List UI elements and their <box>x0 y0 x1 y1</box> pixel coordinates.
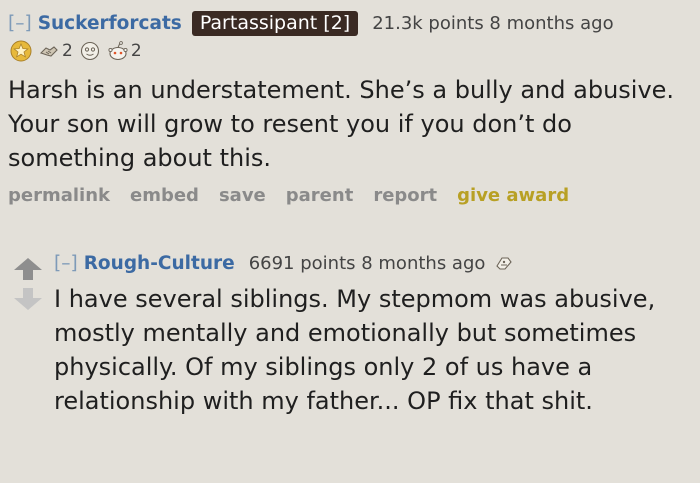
give-award-button[interactable]: give award <box>457 185 569 206</box>
comment-author[interactable]: Suckerforcats <box>38 13 182 34</box>
collapse-toggle[interactable]: [–] <box>54 253 78 274</box>
wholesome-award-icon[interactable] <box>493 252 515 274</box>
award-count: 2 <box>62 41 73 61</box>
handshake-award-icon[interactable]: 2 <box>38 40 73 62</box>
snoo-award-icon[interactable]: 2 <box>107 40 142 62</box>
gold-star-award-icon[interactable] <box>10 40 32 62</box>
comment-actions: permalink embed save parent report give … <box>8 185 694 206</box>
comment-tagline: [–] Suckerforcats Partassipant [2] 21.3k… <box>8 8 694 38</box>
awards-row: 2 2 <box>8 38 694 64</box>
downvote-arrow-icon[interactable] <box>12 286 44 312</box>
reply-tagline: [–] Rough-Culture 6691 points 8 months a… <box>54 248 694 278</box>
face-award-icon[interactable] <box>79 40 101 62</box>
permalink-button[interactable]: permalink <box>8 185 110 206</box>
collapse-toggle[interactable]: [–] <box>8 13 32 34</box>
score-and-time: 21.3k points 8 months ago <box>372 12 614 34</box>
parent-comment: [–] Suckerforcats Partassipant [2] 21.3k… <box>8 8 694 206</box>
user-flair: Partassipant [2] <box>191 10 359 36</box>
save-button[interactable]: save <box>219 185 266 206</box>
reply-body: I have several siblings. My stepmom was … <box>54 285 656 415</box>
vote-arrows <box>12 256 44 312</box>
reply-author[interactable]: Rough-Culture <box>84 253 235 274</box>
report-button[interactable]: report <box>373 185 437 206</box>
parent-button[interactable]: parent <box>286 185 354 206</box>
award-count: 2 <box>130 41 142 61</box>
reply-content: [–] Rough-Culture 6691 points 8 months a… <box>54 248 694 418</box>
upvote-arrow-icon[interactable] <box>12 256 44 282</box>
embed-button[interactable]: embed <box>130 185 199 206</box>
score-and-time: 6691 points 8 months ago <box>248 252 486 274</box>
comment-body: Harsh is an understatement. She’s a bull… <box>8 76 675 172</box>
